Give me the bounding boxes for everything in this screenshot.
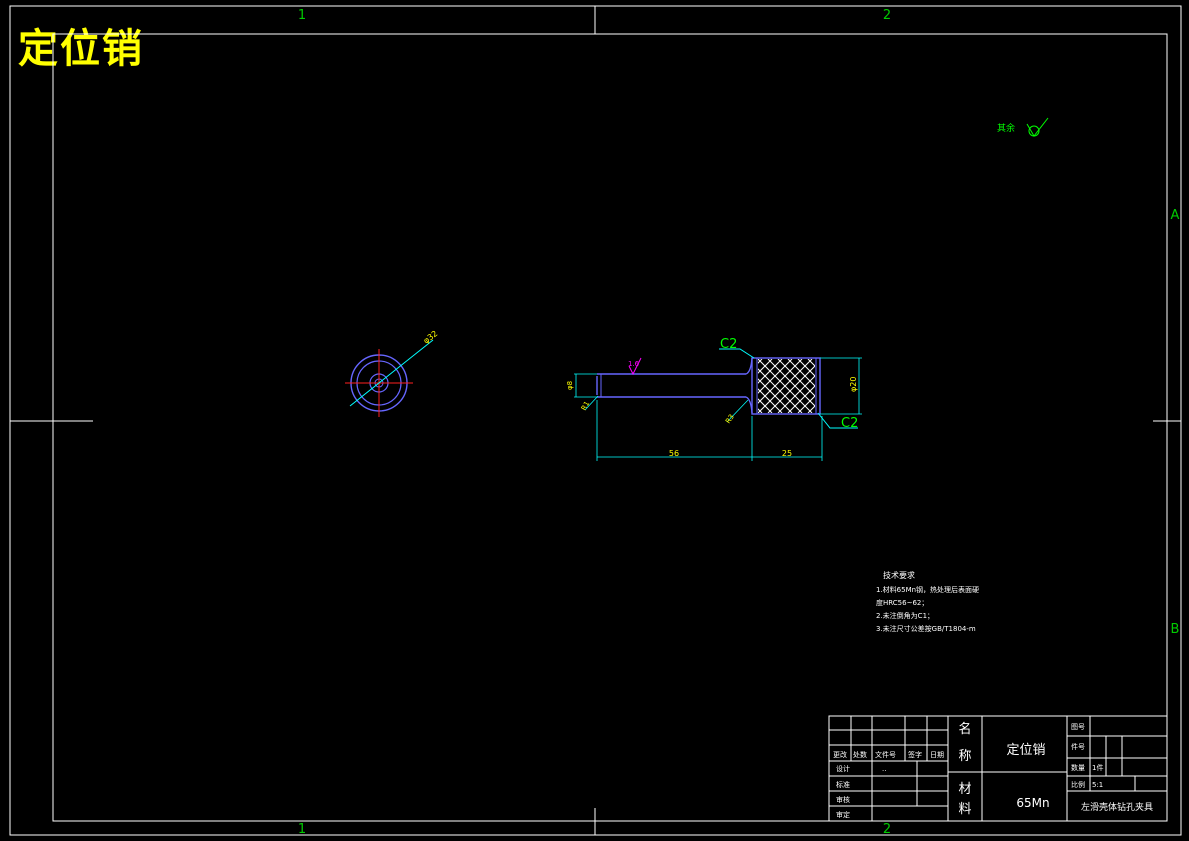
zone-label-col2-top: 2 [883, 8, 891, 23]
cad-drawing-canvas: 1 2 1 2 A B 其余 φ32 C2 C2 1.6 φ8 R1 R3 φ2… [9, 5, 1182, 837]
drawing-no-label: 图号 [1071, 723, 1085, 731]
notes-title: 技术要求 [883, 570, 915, 580]
header-doc-no: 文件号 [875, 750, 896, 759]
scale-label: 比例 [1071, 780, 1085, 789]
shaft-roughness-value: 1.6 [628, 360, 640, 368]
end-view-diameter-label: φ32 [422, 329, 440, 346]
dim-length-head-label: 25 [782, 449, 792, 458]
notes-line-3: 2.未注倒角为C1； [876, 611, 934, 620]
pieces-label: 件号 [1071, 742, 1085, 751]
zone-label-col2-bottom: 2 [883, 822, 891, 837]
fillet-top [745, 357, 753, 375]
header-change: 更改 [833, 750, 847, 759]
dim-tip-chamfer-label: R1 [580, 400, 592, 412]
name-label-1: 名 [958, 721, 971, 737]
dim-shaft-dia-label: φ8 [566, 381, 574, 390]
side-view: C2 C2 1.6 φ8 R1 R3 φ20 56 25 [566, 337, 862, 461]
designer-value: .. [882, 765, 886, 773]
zone-label-row-a: A [1171, 208, 1180, 223]
inner-frame [52, 33, 1168, 822]
chamfer-label-right: C2 [841, 416, 858, 431]
head-knurl-pattern [758, 359, 815, 413]
quantity-label: 数量 [1071, 763, 1085, 772]
material-label-1: 材 [958, 782, 971, 797]
zone-label-row-b: B [1171, 622, 1180, 637]
notes-line-1: 1.材料65Mn钢，热处理后表面硬 [876, 585, 979, 594]
role-designer: 设计 [836, 764, 850, 773]
role-review: 审核 [836, 795, 850, 804]
material-value: 65Mn [1016, 796, 1049, 810]
header-sign: 签字 [908, 750, 922, 759]
dim-length-shaft-label: 56 [669, 449, 679, 458]
material-label-2: 料 [958, 802, 971, 817]
chamfer-label-left-top: C2 [720, 337, 737, 352]
end-view-dim-leader [349, 339, 434, 407]
notes-line-2: 度HRC56~62； [876, 598, 928, 607]
zone-label-col1-bottom: 1 [298, 822, 306, 837]
header-count: 处数 [853, 750, 867, 759]
technical-notes: 技术要求 1.材料65Mn钢，热处理后表面硬 度HRC56~62； 2.未注倒角… [876, 570, 979, 633]
name-label-2: 称 [958, 749, 971, 764]
name-value: 定位销 [1006, 743, 1045, 758]
header-date: 日期 [930, 751, 944, 759]
zone-label-col1-top: 1 [298, 8, 306, 23]
general-roughness-mark: 其余 [997, 117, 1049, 137]
roughness-general-label: 其余 [997, 122, 1015, 134]
quantity-value: 1件 [1092, 763, 1103, 772]
role-approve: 审定 [836, 810, 850, 819]
dim-head-dia-label: φ20 [849, 377, 858, 392]
project-name: 左滑壳体钻孔夹具 [1081, 801, 1153, 813]
role-standard: 标准 [836, 780, 850, 789]
notes-line-4: 3.未注尺寸公差按GB/T1804-m [876, 624, 976, 633]
scale-value: 5:1 [1092, 781, 1103, 789]
end-view: φ32 [345, 329, 439, 417]
fillet-bottom [745, 396, 753, 414]
